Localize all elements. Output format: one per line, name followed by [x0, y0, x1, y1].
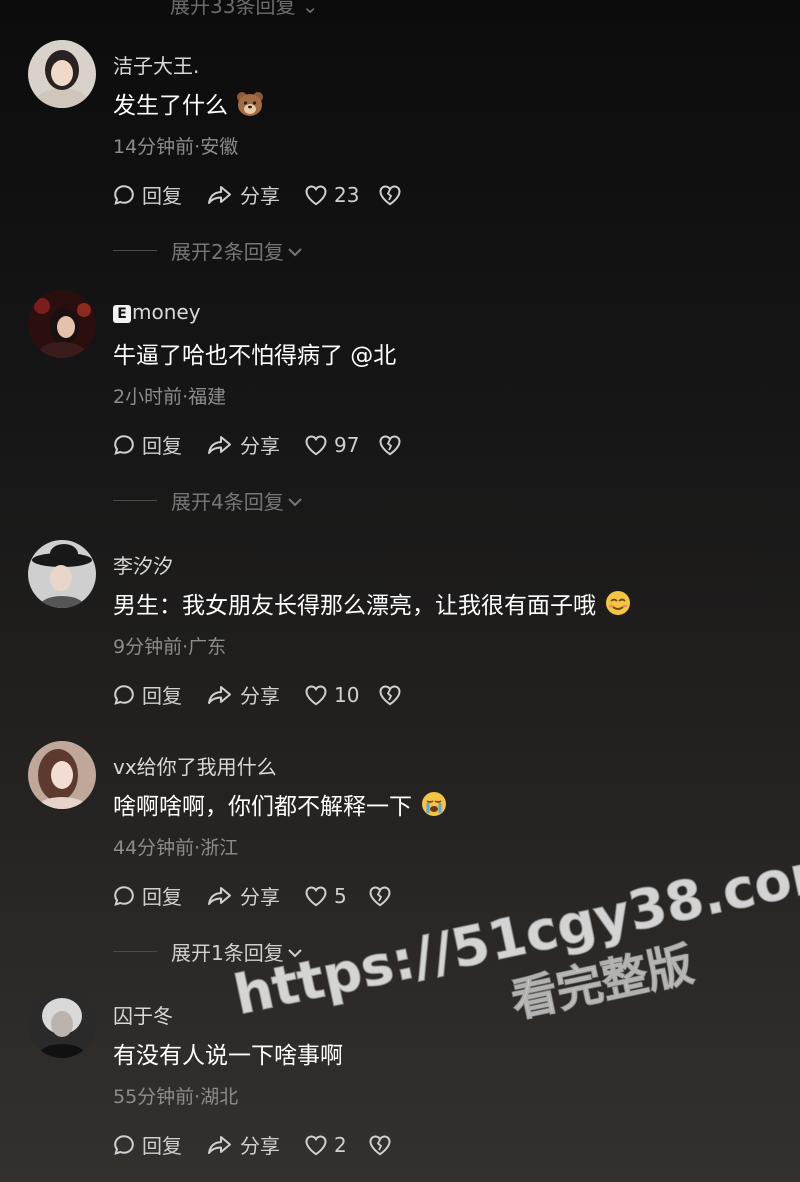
broken-heart-icon: [368, 1134, 392, 1156]
expand-replies[interactable]: 展开4条回复: [113, 486, 303, 515]
avatar[interactable]: [28, 40, 96, 108]
chevron-down-icon: [284, 239, 303, 263]
divider-line: [113, 250, 157, 251]
heart-icon: [304, 684, 328, 706]
reply-button[interactable]: 回复: [112, 180, 206, 209]
like-button[interactable]: 2: [304, 1133, 368, 1157]
badge-icon: E: [113, 305, 131, 323]
chevron-down-icon: [284, 489, 303, 513]
comment-text: 牛逼了哈也不怕得病了 @北: [113, 343, 397, 369]
heart-icon: [304, 184, 328, 206]
comment-text: 啥啊啥啊，你们都不解释一下: [113, 787, 448, 824]
comment-meta: 9分钟前·广东: [113, 636, 227, 658]
share-button[interactable]: 分享: [206, 881, 304, 910]
username[interactable]: 囚于冬: [113, 1000, 173, 1029]
comment-text: 发生了什么: [113, 86, 264, 123]
avatar[interactable]: [28, 990, 96, 1058]
reply-button[interactable]: 回复: [112, 680, 206, 709]
avatar[interactable]: [28, 290, 96, 358]
avatar[interactable]: [28, 741, 96, 809]
share-button[interactable]: 分享: [206, 180, 304, 209]
comment-actions: 回复 分享 5: [112, 881, 392, 910]
share-arrow-icon: [206, 1133, 234, 1157]
chat-bubble-icon: [112, 884, 136, 908]
username[interactable]: vx给你了我用什么: [113, 751, 277, 780]
username[interactable]: Emoney: [113, 300, 201, 324]
like-button[interactable]: 23: [304, 183, 378, 207]
share-arrow-icon: [206, 433, 234, 457]
share-arrow-icon: [206, 683, 234, 707]
comment-meta: 44分钟前·浙江: [113, 837, 239, 859]
like-button[interactable]: 97: [304, 433, 378, 457]
comment-actions: 回复 分享 2: [112, 1130, 392, 1159]
comment-meta: 14分钟前·安徽: [113, 136, 239, 158]
broken-heart-icon: [378, 184, 402, 206]
divider-line: [113, 951, 157, 952]
share-button[interactable]: 分享: [206, 680, 304, 709]
comment-actions: 回复 分享 10: [112, 680, 402, 709]
reply-button[interactable]: 回复: [112, 430, 206, 459]
divider-line: [113, 500, 157, 501]
chevron-down-icon: [284, 940, 303, 964]
broken-heart-icon: [378, 434, 402, 456]
dislike-button[interactable]: [378, 684, 402, 706]
bear-face-emoji-icon: [236, 91, 264, 123]
reply-button[interactable]: 回复: [112, 1130, 206, 1159]
broken-heart-icon: [378, 684, 402, 706]
share-arrow-icon: [206, 183, 234, 207]
dislike-button[interactable]: [378, 434, 402, 456]
heart-icon: [304, 885, 328, 907]
comment-actions: 回复 分享 23: [112, 180, 402, 209]
username[interactable]: 洁子大王.: [113, 50, 199, 79]
chat-bubble-icon: [112, 683, 136, 707]
dislike-button[interactable]: [368, 1134, 392, 1156]
watermark-url: https://51cgy38.com: [229, 836, 800, 1027]
comment-actions: 回复 分享 97: [112, 430, 402, 459]
avatar[interactable]: [28, 540, 96, 608]
comment-text: 有没有人说一下啥事啊: [113, 1043, 343, 1069]
comment-meta: 2小时前·福建: [113, 386, 227, 408]
share-arrow-icon: [206, 884, 234, 908]
chat-bubble-icon: [112, 1133, 136, 1157]
comment-meta: 55分钟前·湖北: [113, 1086, 239, 1108]
dislike-button[interactable]: [368, 885, 392, 907]
like-button[interactable]: 5: [304, 884, 368, 908]
expand-replies[interactable]: 展开1条回复: [113, 937, 303, 966]
watermark-caption: 看完整版: [507, 937, 698, 1028]
expand-replies[interactable]: 展开2条回复: [113, 236, 303, 265]
share-button[interactable]: 分享: [206, 1130, 304, 1159]
proud-face-emoji-icon: [604, 589, 632, 623]
dislike-button[interactable]: [378, 184, 402, 206]
broken-heart-icon: [368, 885, 392, 907]
heart-icon: [304, 1134, 328, 1156]
reply-button[interactable]: 回复: [112, 881, 206, 910]
share-button[interactable]: 分享: [206, 430, 304, 459]
like-button[interactable]: 10: [304, 683, 378, 707]
chat-bubble-icon: [112, 433, 136, 457]
expand-replies-top[interactable]: 展开33条回复 ⌄: [170, 0, 319, 19]
username[interactable]: 李汐汐: [113, 550, 173, 579]
chat-bubble-icon: [112, 183, 136, 207]
comment-text: 男生：我女朋友长得那么漂亮，让我很有面子哦: [113, 586, 632, 623]
crying-face-emoji-icon: [420, 790, 448, 824]
heart-icon: [304, 434, 328, 456]
